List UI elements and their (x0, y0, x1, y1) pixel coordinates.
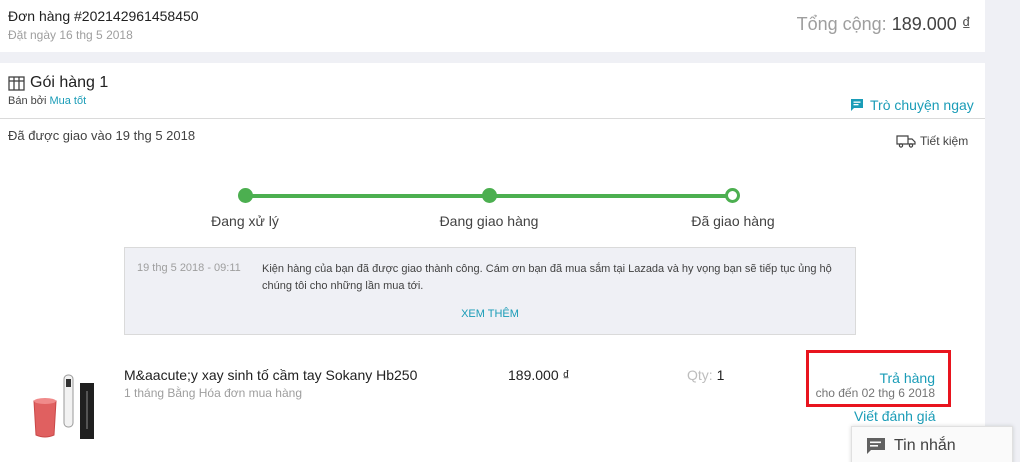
truck-icon (896, 135, 916, 148)
step-dot-delivered (725, 188, 740, 203)
shipping-method-label: Tiết kiệm (920, 134, 969, 148)
chat-icon (851, 99, 863, 111)
messages-label: Tin nhắn (894, 437, 956, 454)
message-icon (867, 438, 885, 454)
shipping-method: Tiết kiệm (896, 134, 968, 148)
seller-link[interactable]: Mua tốt (49, 95, 86, 107)
qty-label: Qty: (687, 367, 713, 383)
order-total-label: Tổng cộng: (796, 14, 887, 34)
step-label-delivered: Đã giao hàng (691, 213, 775, 229)
product-qty: Qty: 1 (687, 367, 724, 383)
order-total: Tổng cộng: 189.000 ₫ (797, 14, 971, 35)
return-highlight-box: Trả hàng cho đến 02 thg 6 2018 (806, 350, 951, 407)
return-deadline: cho đến 02 thg 6 2018 (815, 386, 935, 400)
write-review-button[interactable]: Viết đánh giá (854, 408, 935, 424)
product-subtitle: 1 tháng Bằng Hóa đơn mua hàng (124, 386, 303, 400)
order-header: Đơn hàng #202142961458450 Đặt ngày 16 th… (0, 0, 985, 52)
seller-prefix: Bán bởi (8, 95, 47, 107)
package-card: Gói hàng 1 Bán bởi Mua tốt Trò chuyện ng… (0, 63, 985, 462)
step-label-shipping: Đang giao hàng (439, 213, 539, 229)
chat-now-label: Trò chuyện ngay (870, 97, 974, 113)
event-timestamp: 19 thg 5 2018 - 09:11 (137, 262, 241, 274)
see-more-link[interactable]: XEM THÊM (125, 308, 855, 320)
step-dot-shipping (482, 188, 497, 203)
qty-value: 1 (716, 367, 725, 383)
product-thumbnail[interactable] (28, 369, 100, 443)
event-message: Kiện hàng của bạn đã được giao thành côn… (262, 263, 832, 292)
package-icon (8, 75, 25, 91)
delivered-date: Đã được giao vào 19 thg 5 2018 (8, 128, 196, 143)
messages-widget[interactable]: Tin nhắn (851, 426, 1013, 462)
step-dot-processing (238, 188, 253, 203)
package-title: Gói hàng 1 (8, 74, 108, 92)
return-button[interactable]: Trả hàng (879, 370, 935, 386)
package-header: Gói hàng 1 Bán bởi Mua tốt Trò chuyện ng… (0, 63, 985, 119)
product-name[interactable]: M&aacute;y xay sinh tố cầm tay Sokany Hb… (124, 367, 417, 383)
package-title-text: Gói hàng 1 (30, 74, 109, 91)
product-price: 189.000 ₫ (508, 367, 570, 383)
order-id: Đơn hàng #202142961458450 (8, 8, 199, 24)
package-seller: Bán bởi Mua tốt (8, 95, 86, 107)
step-label-processing: Đang xử lý (211, 213, 279, 229)
chat-now-button[interactable]: Trò chuyện ngay (850, 97, 974, 113)
tracking-event-box: 19 thg 5 2018 - 09:11 Kiện hàng của bạn … (124, 247, 856, 335)
order-total-amount: 189.000 ₫ (891, 14, 971, 34)
order-date: Đặt ngày 16 thg 5 2018 (8, 28, 133, 42)
